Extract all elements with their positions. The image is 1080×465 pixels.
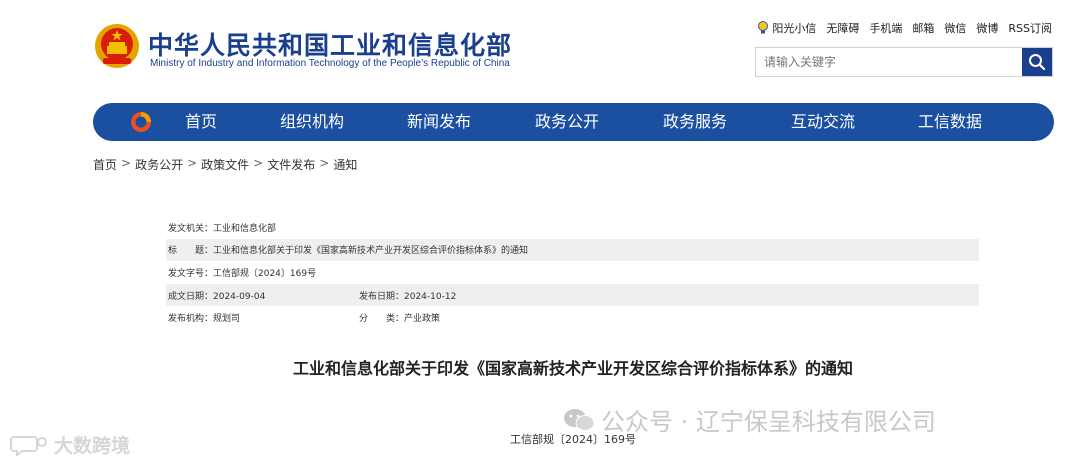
breadcrumb-item-policy[interactable]: 政策文件: [201, 156, 249, 173]
nav-item-gov-affairs[interactable]: 政务公开: [535, 103, 599, 141]
breadcrumb-item-gov-affairs[interactable]: 政务公开: [135, 156, 183, 173]
watermark-wechat: 公众号 · 辽宁保呈科技有限公司: [563, 402, 936, 437]
toplink-rss[interactable]: RSS订阅: [1008, 20, 1052, 36]
toplink-weibo[interactable]: 微博: [976, 20, 998, 36]
chat-bubble-icon: [10, 435, 47, 456]
meta-row-subject: 标 题：工业和信息化部关于印发《国家高新技术产业开发区综合评价指标体系》的通知: [166, 238, 979, 262]
top-links: 阳光小信 无障碍 手机端 邮箱 微信 微博 RSS订阅: [757, 20, 1052, 36]
document-meta-table: 发文机关：工业和信息化部 标 题：工业和信息化部关于印发《国家高新技术产业开发区…: [166, 216, 979, 329]
breadcrumb: 首页 > 政务公开 > 政策文件 > 文件发布 > 通知: [93, 156, 357, 173]
article-title: 工业和信息化部关于印发《国家高新技术产业开发区综合评价指标体系》的通知: [292, 359, 853, 378]
site-subtitle: Ministry of Industry and Information Tec…: [150, 58, 510, 69]
breadcrumb-separator: >: [187, 156, 198, 170]
meta-published-date: 发布日期：2024-10-12: [359, 291, 457, 302]
site-title: 中华人民共和国工业和信息化部: [148, 31, 513, 60]
search-input[interactable]: [756, 48, 1021, 76]
toplink-accessibility[interactable]: 无障碍: [826, 20, 859, 36]
breadcrumb-separator: >: [253, 156, 264, 170]
meta-row-org: 发布机构：规划司 分 类：产业政策: [166, 306, 979, 329]
toplink-mobile[interactable]: 手机端: [869, 20, 902, 36]
toplink-sunshine[interactable]: 阳光小信: [757, 20, 816, 36]
meta-org: 发布机构：规划司: [168, 314, 241, 325]
nav-item-organization[interactable]: 组织机构: [280, 103, 344, 141]
miit-logo-icon: [131, 112, 151, 132]
toplink-wechat[interactable]: 微信: [944, 20, 966, 36]
meta-issuer: 发文机关：工业和信息化部: [168, 223, 277, 234]
nav-item-interaction[interactable]: 互动交流: [791, 103, 855, 141]
search-box: [755, 47, 1053, 77]
watermark-wechat-text: 公众号 · 辽宁保呈科技有限公司: [601, 408, 936, 436]
nav-item-services[interactable]: 政务服务: [663, 103, 727, 141]
watermark-brand: 大数跨境: [10, 431, 130, 458]
nav-item-home[interactable]: 首页: [185, 103, 217, 141]
meta-doc-no: 发文字号：工信部规〔2024〕169号: [168, 268, 317, 279]
meta-subject: 标 题：工业和信息化部关于印发《国家高新技术产业开发区综合评价指标体系》的通知: [168, 246, 529, 257]
meta-row-doc-no: 发文字号：工信部规〔2024〕169号: [166, 261, 979, 284]
main-nav: 首页 组织机构 新闻发布 政务公开 政务服务 互动交流 工信数据: [93, 103, 1054, 141]
toplink-mail[interactable]: 邮箱: [912, 20, 934, 36]
breadcrumb-item-home[interactable]: 首页: [93, 156, 117, 173]
search-icon: [1029, 54, 1046, 71]
wechat-icon: [564, 408, 595, 431]
meta-category: 分 类：产业政策: [359, 314, 441, 325]
search-button[interactable]: [1022, 48, 1052, 76]
meta-row-issuer: 发文机关：工业和信息化部: [166, 216, 979, 239]
breadcrumb-item-release[interactable]: 文件发布: [267, 156, 315, 173]
breadcrumb-separator: >: [121, 156, 132, 170]
lightbulb-icon: [758, 21, 769, 34]
breadcrumb-item-notice: 通知: [333, 158, 358, 172]
meta-row-dates: 成文日期：2024-09-04 发布日期：2024-10-12: [166, 283, 979, 307]
breadcrumb-separator: >: [319, 156, 330, 170]
nav-item-data[interactable]: 工信数据: [918, 103, 982, 141]
toplink-label: 阳光小信: [772, 22, 817, 35]
national-emblem-icon: [95, 24, 139, 68]
watermark-brand-text: 大数跨境: [54, 435, 131, 457]
nav-item-news[interactable]: 新闻发布: [407, 103, 471, 141]
meta-created-date: 成文日期：2024-09-04: [168, 291, 266, 302]
